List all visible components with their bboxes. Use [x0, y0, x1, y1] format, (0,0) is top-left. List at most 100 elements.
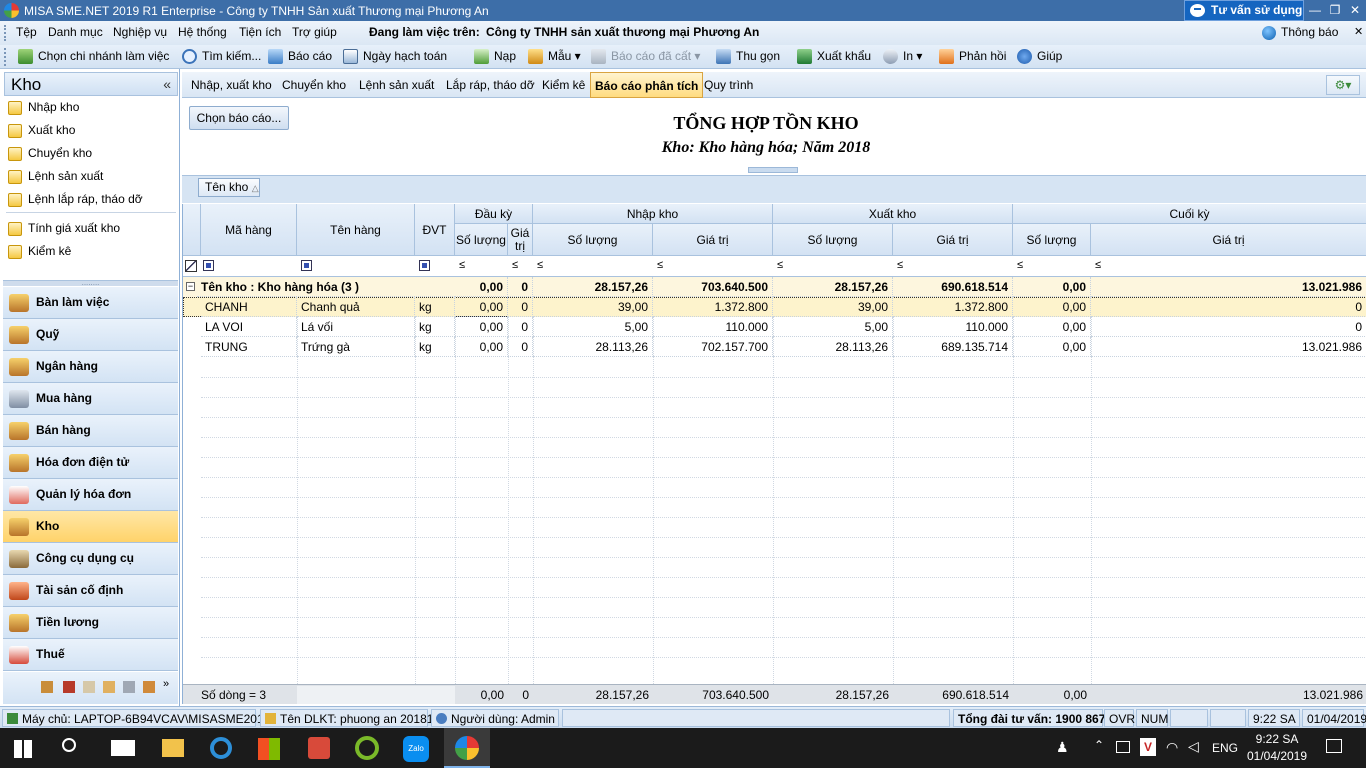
header-dvt[interactable]: ĐVT — [415, 204, 455, 256]
header-ck-gia-tri[interactable]: Giá trị — [1091, 224, 1366, 256]
menu-close-icon[interactable]: ✕ — [1354, 25, 1363, 38]
feedback-button[interactable]: Phản hồi — [939, 48, 1006, 65]
group-chip-ten-kho[interactable]: Tên kho △ — [198, 178, 260, 197]
export-button[interactable]: Xuất khẩu — [797, 48, 871, 65]
language-indicator[interactable]: ENG — [1212, 741, 1238, 755]
wifi-icon[interactable]: ◠ — [1166, 739, 1178, 756]
zalo-icon[interactable]: Zalo — [403, 736, 429, 762]
group-row[interactable]: − Tên kho : Kho hàng hóa (3 ) 0,00 0 28.… — [183, 277, 1366, 297]
header-dk-so-luong[interactable]: Số lượng — [455, 224, 508, 256]
link-xuat-kho[interactable]: Xuất kho — [8, 120, 75, 140]
link-tinh-gia-xuat-kho[interactable]: Tính giá xuất kho — [8, 218, 120, 238]
filter-op[interactable]: ≤ — [777, 259, 783, 271]
table-row[interactable]: LA VOI Lá vối kg 0,00 0 5,00 110.000 5,0… — [183, 317, 1366, 337]
tab-lenh-san-xuat[interactable]: Lệnh sản xuất — [355, 72, 438, 98]
edge-icon[interactable] — [210, 737, 232, 759]
header-nk-gia-tri[interactable]: Giá trị — [653, 224, 773, 256]
overflow-icon[interactable] — [83, 681, 95, 693]
menu-item-tep[interactable]: Tệp — [16, 25, 37, 39]
link-chuyen-kho[interactable]: Chuyển kho — [8, 143, 92, 163]
notification-button[interactable]: Thông báo — [1262, 25, 1338, 40]
close-button[interactable]: ✕ — [1346, 2, 1364, 19]
windows-start-icon[interactable] — [14, 740, 32, 758]
tab-chuyen-kho[interactable]: Chuyển kho — [278, 72, 350, 98]
choose-branch-button[interactable]: Chọn chi nhánh làm việc — [18, 48, 169, 65]
header-ten-hang[interactable]: Tên hàng — [297, 204, 415, 256]
overflow-icon[interactable] — [63, 681, 75, 693]
report-splitter[interactable] — [748, 167, 798, 173]
nav-kho[interactable]: Kho — [3, 511, 178, 543]
tab-bao-cao-phan-tich[interactable]: Báo cáo phân tích — [590, 72, 704, 98]
taskbar-time[interactable]: 9:22 SA — [1248, 732, 1306, 746]
header-ck-so-luong[interactable]: Số lượng — [1013, 224, 1091, 256]
chevron-up-icon[interactable]: ⌃ — [1094, 738, 1104, 752]
filter-op[interactable]: ≤ — [1017, 259, 1023, 271]
template-button[interactable]: Mẫu ▾ — [528, 48, 581, 65]
nav-ban-lam-viec[interactable]: Bàn làm việc — [3, 287, 178, 319]
table-row[interactable]: CHANH Chanh quả kg 0,00 0 39,00 1.372.80… — [183, 297, 1366, 317]
tab-quy-trinh[interactable]: Quy trình — [700, 72, 757, 98]
folder-icon[interactable] — [162, 739, 184, 757]
support-button[interactable]: Tư vấn sử dụng — [1184, 0, 1304, 21]
filter-op[interactable]: ≤ — [512, 259, 518, 271]
nav-cong-cu-dung-cu[interactable]: Công cụ dụng cụ — [3, 543, 178, 575]
link-lenh-san-xuat[interactable]: Lệnh sản xuất — [8, 166, 103, 186]
header-xk-so-luong[interactable]: Số lượng — [773, 224, 893, 256]
antivirus-icon[interactable]: V — [1140, 738, 1156, 756]
overflow-icon[interactable] — [103, 681, 115, 693]
nav-quan-ly-hoa-don[interactable]: Quản lý hóa đơn — [3, 479, 178, 511]
notification-center-icon[interactable] — [1326, 739, 1342, 753]
nav-ban-hang[interactable]: Bán hàng — [3, 415, 178, 447]
collapse-button[interactable]: Thu gọn — [716, 48, 780, 65]
nav-hoa-don-dien-tu[interactable]: Hóa đơn điện tử — [3, 447, 178, 479]
menu-item-danh-muc[interactable]: Danh mục — [48, 25, 103, 39]
filter-op[interactable]: ≤ — [459, 259, 465, 271]
filter-clear-icon[interactable] — [185, 260, 197, 272]
battery-icon[interactable] — [1116, 741, 1130, 753]
header-dk-gia-tri[interactable]: Giá trị — [508, 224, 533, 256]
filter-op[interactable]: ≤ — [1095, 259, 1101, 271]
saved-reports-button[interactable]: Báo cáo đã cất ▾ — [591, 48, 700, 65]
search-icon[interactable] — [62, 738, 76, 752]
nav-quy[interactable]: Quỹ — [3, 319, 178, 351]
restore-button[interactable]: ❐ — [1326, 2, 1344, 19]
print-button[interactable]: In ▾ — [883, 48, 922, 65]
panel-splitter[interactable]: ........ — [3, 279, 178, 287]
nav-thue[interactable]: Thuế — [3, 639, 178, 671]
nav-tien-luong[interactable]: Tiền lương — [3, 607, 178, 639]
header-ma-hang[interactable]: Mã hàng — [201, 204, 297, 256]
nav-ngan-hang[interactable]: Ngân hàng — [3, 351, 178, 383]
reload-button[interactable]: Nạp — [474, 48, 516, 65]
link-kiem-ke[interactable]: Kiểm kê — [8, 241, 71, 261]
header-nk-so-luong[interactable]: Số lượng — [533, 224, 653, 256]
report-button[interactable]: Báo cáo — [268, 48, 332, 65]
nav-tai-san-co-dinh[interactable]: Tài sản cố định — [3, 575, 178, 607]
link-nhap-kho[interactable]: Nhập kho — [8, 97, 79, 117]
overflow-icon[interactable] — [123, 681, 135, 693]
filter-op[interactable]: ≤ — [897, 259, 903, 271]
people-icon[interactable]: ♟ — [1056, 739, 1069, 756]
header-xk-gia-tri[interactable]: Giá trị — [893, 224, 1013, 256]
volume-icon[interactable]: ◁ — [1188, 738, 1199, 755]
filter-dvt-checkbox[interactable] — [419, 260, 430, 271]
overflow-icon[interactable] — [143, 681, 155, 693]
filter-ma-hang-checkbox[interactable] — [203, 260, 214, 271]
mail-icon[interactable] — [111, 740, 135, 756]
filter-op[interactable]: ≤ — [537, 259, 543, 271]
menu-item-nghiep-vu[interactable]: Nghiệp vụ — [113, 25, 167, 39]
search-button[interactable]: Tìm kiếm... — [182, 48, 261, 65]
menu-item-tro-giup[interactable]: Trợ giúp — [292, 25, 337, 39]
choose-report-button[interactable]: Chọn báo cáo... — [189, 106, 289, 130]
table-row[interactable]: TRUNG Trứng gà kg 0,00 0 28.113,26 702.1… — [183, 337, 1366, 357]
taskbar-date[interactable]: 01/04/2019 — [1244, 749, 1310, 763]
menu-item-he-thong[interactable]: Hệ thống — [178, 25, 227, 39]
overflow-icon[interactable] — [41, 681, 53, 693]
help-button[interactable]: Giúp — [1017, 48, 1062, 65]
collapse-group-icon[interactable]: − — [186, 282, 195, 291]
filter-ten-hang-checkbox[interactable] — [301, 260, 312, 271]
tab-lap-rap-thao-do[interactable]: Lắp ráp, tháo dỡ — [442, 72, 539, 98]
menu-item-tien-ich[interactable]: Tiện ích — [239, 25, 281, 39]
gift-icon[interactable] — [308, 737, 330, 759]
filter-op[interactable]: ≤ — [657, 259, 663, 271]
link-lenh-lap-rap[interactable]: Lệnh lắp ráp, tháo dỡ — [8, 189, 143, 209]
